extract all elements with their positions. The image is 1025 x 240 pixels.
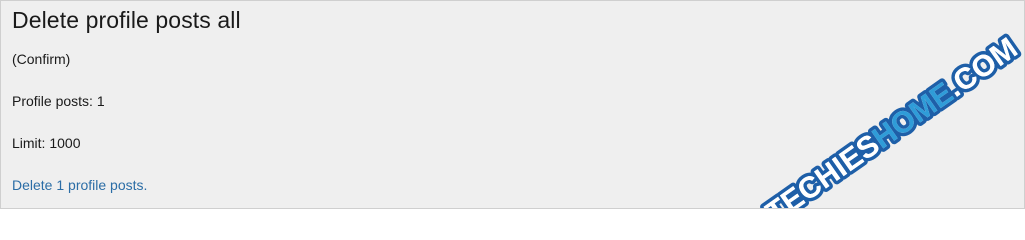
page-title: Delete profile posts all: [12, 7, 241, 33]
content-panel: Delete profile posts all (Confirm) Profi…: [0, 0, 1025, 209]
watermark-text-home: HOME: [867, 77, 960, 156]
watermark-text-com: .COM: [940, 32, 1023, 104]
confirm-note: (Confirm): [12, 51, 71, 67]
svg-text:TECHIESHOME.COM: TECHIESHOME.COM: [760, 32, 1023, 209]
watermark-text-techies: TECHIES: [760, 128, 885, 209]
watermark-fill-com: .COM: [940, 32, 1023, 104]
techieshome-watermark-logo: TECHIESHOME.COM TECHIESHOME.COM: [757, 28, 1024, 208]
watermark-fill-techies: TECHIES: [760, 128, 885, 209]
watermark-fill-home: HOME: [867, 77, 960, 156]
profile-posts-count: Profile posts: 1: [12, 93, 105, 109]
limit-value: Limit: 1000: [12, 135, 81, 151]
svg-text:TECHIESHOME.COM: TECHIESHOME.COM: [760, 32, 1023, 209]
delete-profile-posts-link[interactable]: Delete 1 profile posts.: [12, 177, 147, 193]
